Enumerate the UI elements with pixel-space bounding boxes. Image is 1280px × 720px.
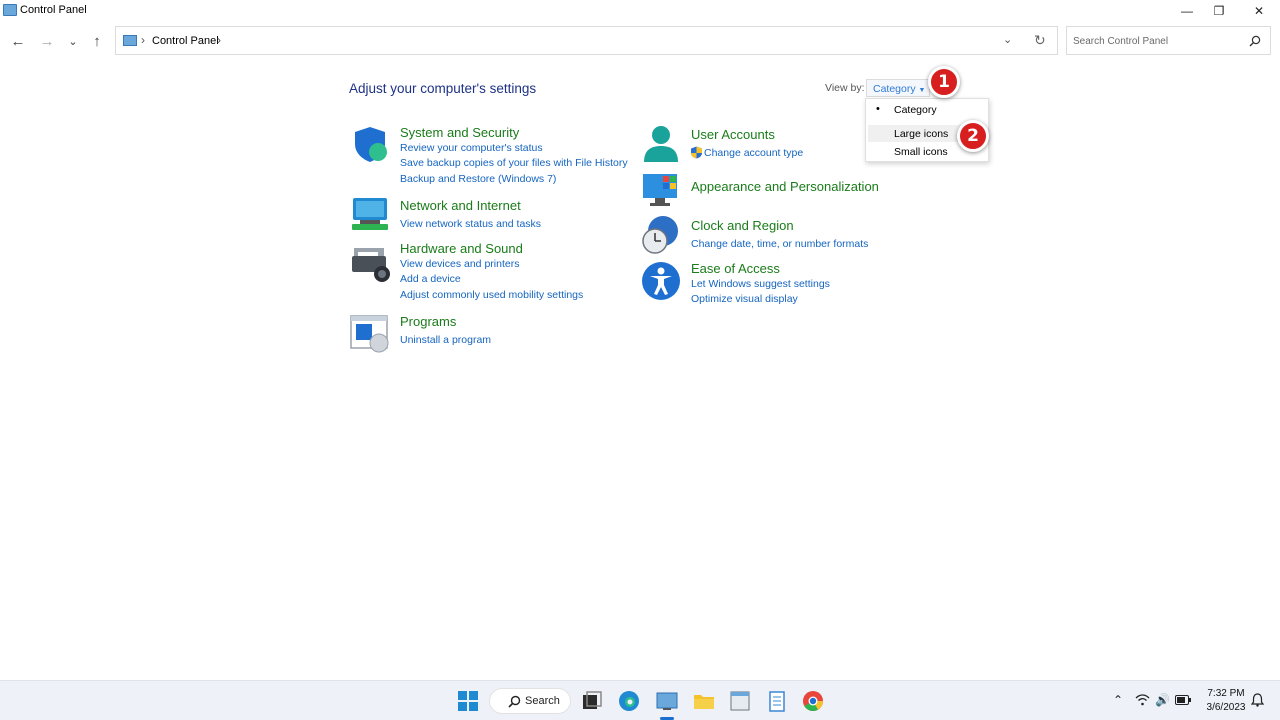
search-icon bbox=[508, 695, 521, 708]
user-icon[interactable] bbox=[641, 124, 681, 164]
system-clock[interactable]: 7:32 PM 3/6/2023 bbox=[1200, 687, 1252, 715]
view-by-label: View by: bbox=[825, 82, 865, 94]
category-clock-region[interactable]: Clock and Region bbox=[691, 218, 794, 233]
view-by-value: Category bbox=[873, 83, 916, 95]
clock-time: 7:32 PM bbox=[1207, 688, 1245, 699]
link-change-account-type[interactable]: Change account type bbox=[704, 147, 803, 159]
refresh-icon[interactable]: ↻ bbox=[1034, 32, 1046, 49]
task-view-icon[interactable] bbox=[580, 689, 604, 713]
notepad-icon[interactable] bbox=[765, 689, 789, 713]
view-by-dropdown[interactable]: Category ▼ bbox=[866, 79, 930, 97]
edge-browser-icon[interactable] bbox=[617, 689, 641, 713]
link-windows-suggest[interactable]: Let Windows suggest settings bbox=[691, 278, 830, 290]
search-icon[interactable] bbox=[1249, 35, 1261, 47]
link-uninstall-program[interactable]: Uninstall a program bbox=[400, 334, 491, 346]
uac-shield-icon bbox=[691, 146, 702, 159]
window-title: Control Panel bbox=[20, 4, 87, 16]
breadcrumb-chevron-icon[interactable]: › bbox=[217, 33, 221, 47]
category-network-internet[interactable]: Network and Internet bbox=[400, 198, 521, 213]
link-review-status[interactable]: Review your computer's status bbox=[400, 142, 543, 154]
control-panel-taskbar-icon[interactable] bbox=[655, 689, 679, 713]
link-network-status[interactable]: View network status and tasks bbox=[400, 218, 541, 230]
shield-icon[interactable] bbox=[350, 124, 390, 164]
category-hardware-sound[interactable]: Hardware and Sound bbox=[400, 241, 523, 256]
wifi-icon[interactable] bbox=[1135, 694, 1150, 706]
control-panel-small-icon bbox=[123, 35, 137, 46]
up-arrow-icon[interactable]: ↑ bbox=[87, 31, 107, 51]
menu-item-small-icons[interactable]: Small icons bbox=[894, 146, 948, 158]
battery-icon[interactable] bbox=[1175, 695, 1191, 705]
notification-bell-icon[interactable] bbox=[1251, 693, 1264, 707]
link-mobility-settings[interactable]: Adjust commonly used mobility settings bbox=[400, 289, 583, 301]
clock-date: 3/6/2023 bbox=[1206, 702, 1246, 713]
close-button[interactable]: ✕ bbox=[1240, 0, 1278, 22]
breadcrumb[interactable]: Control Panel bbox=[152, 35, 219, 47]
maximize-button[interactable]: ❐ bbox=[1200, 0, 1238, 22]
step-badge-1: 1 bbox=[928, 66, 960, 98]
back-arrow-icon[interactable]: ← bbox=[8, 31, 28, 51]
category-ease-of-access[interactable]: Ease of Access bbox=[691, 261, 780, 276]
link-add-device[interactable]: Add a device bbox=[400, 273, 461, 285]
volume-icon[interactable]: 🔊 bbox=[1155, 693, 1170, 707]
file-explorer-icon[interactable] bbox=[692, 689, 716, 713]
link-optimize-display[interactable]: Optimize visual display bbox=[691, 293, 798, 305]
category-programs[interactable]: Programs bbox=[400, 314, 456, 329]
search-input[interactable]: Search Control Panel bbox=[1066, 26, 1271, 55]
step-badge-2: 2 bbox=[957, 120, 989, 152]
app-window-icon[interactable] bbox=[728, 689, 752, 713]
clock-icon[interactable] bbox=[641, 215, 681, 255]
show-hidden-icons-chevron-icon[interactable]: ⌃ bbox=[1113, 693, 1123, 707]
category-system-security[interactable]: System and Security bbox=[400, 125, 519, 140]
address-bar[interactable]: › Control Panel › ⌄ ↻ bbox=[115, 26, 1058, 55]
link-backup-restore[interactable]: Backup and Restore (Windows 7) bbox=[400, 173, 556, 185]
forward-arrow-icon[interactable]: → bbox=[37, 31, 57, 51]
link-date-time-formats[interactable]: Change date, time, or number formats bbox=[691, 238, 868, 250]
title-bar: Control Panel — ❐ ✕ bbox=[0, 0, 1280, 22]
taskbar-search-button[interactable]: Search bbox=[489, 688, 571, 714]
breadcrumb-chevron-icon[interactable]: › bbox=[141, 33, 145, 47]
taskbar-search-label: Search bbox=[525, 695, 560, 707]
network-icon[interactable] bbox=[350, 194, 390, 234]
search-placeholder: Search Control Panel bbox=[1073, 36, 1169, 47]
category-appearance-personalization[interactable]: Appearance and Personalization bbox=[691, 179, 879, 194]
link-file-history[interactable]: Save backup copies of your files with Fi… bbox=[400, 157, 628, 169]
link-devices-printers[interactable]: View devices and printers bbox=[400, 258, 519, 270]
taskbar: Search ⌃ 🔊 7:32 PM 3/6/2023 bbox=[0, 680, 1280, 720]
page-title: Adjust your computer's settings bbox=[349, 81, 537, 96]
accessibility-icon[interactable] bbox=[641, 261, 681, 301]
recent-locations-chevron-icon[interactable]: ⌄ bbox=[63, 31, 83, 51]
dropdown-arrow-icon: ▼ bbox=[918, 87, 926, 94]
address-dropdown-icon[interactable]: ⌄ bbox=[1003, 33, 1012, 46]
programs-icon[interactable] bbox=[350, 313, 390, 353]
monitor-icon[interactable] bbox=[641, 170, 681, 210]
chrome-browser-icon[interactable] bbox=[801, 689, 825, 713]
menu-item-category[interactable]: Category bbox=[894, 104, 937, 116]
printer-icon[interactable] bbox=[350, 244, 390, 284]
control-panel-icon bbox=[3, 4, 17, 16]
menu-item-large-icons[interactable]: Large icons bbox=[894, 128, 948, 140]
start-windows-icon[interactable] bbox=[456, 689, 480, 713]
selected-bullet-icon: • bbox=[876, 103, 880, 115]
category-user-accounts[interactable]: User Accounts bbox=[691, 127, 775, 142]
